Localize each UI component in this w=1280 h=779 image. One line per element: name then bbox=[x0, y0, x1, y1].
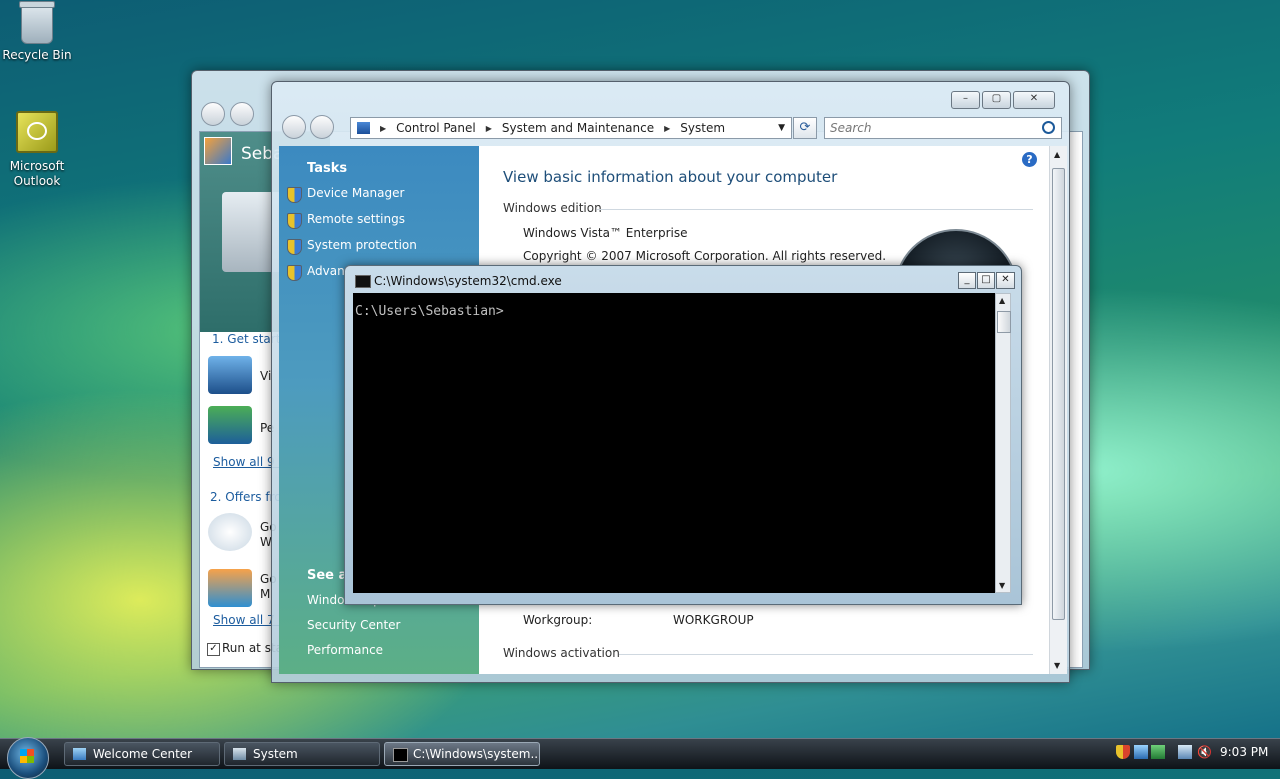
breadcrumb-control-panel[interactable]: Control Panel bbox=[396, 121, 476, 135]
tasks-heading: Tasks bbox=[307, 161, 348, 176]
divider bbox=[619, 654, 1033, 655]
maximize-button[interactable]: □ bbox=[977, 272, 995, 289]
breadcrumb-separator-icon: ▶ bbox=[380, 123, 387, 133]
windows-flag-icon bbox=[20, 749, 34, 763]
breadcrumb-system[interactable]: System bbox=[680, 121, 725, 135]
help-icon[interactable]: ? bbox=[1022, 152, 1037, 167]
close-button[interactable]: ✕ bbox=[996, 272, 1015, 289]
outlook-label-line2: Outlook bbox=[13, 174, 61, 188]
refresh-button[interactable]: ⟳ bbox=[793, 117, 817, 139]
outlook-label-line1: Microsoft bbox=[9, 159, 65, 173]
shield-icon bbox=[287, 187, 302, 203]
system-icon bbox=[233, 748, 246, 760]
minimize-button[interactable]: _ bbox=[958, 272, 976, 289]
taskbar-label: C:\Windows\system... bbox=[413, 747, 540, 761]
view-details-link[interactable]: Vi bbox=[260, 369, 271, 383]
console-prompt: C:\Users\Sebastian> bbox=[355, 304, 504, 319]
scroll-down-icon[interactable]: ▼ bbox=[1054, 661, 1060, 670]
security-shield-icon[interactable] bbox=[1116, 745, 1130, 759]
search-placeholder: Search bbox=[830, 121, 872, 135]
breadcrumb-system-maintenance[interactable]: System and Maintenance bbox=[502, 121, 654, 135]
shopping-basket-icon bbox=[208, 569, 252, 607]
shield-icon bbox=[287, 239, 302, 255]
desktop-icon-recycle-bin[interactable]: Recycle Bin bbox=[0, 1, 74, 63]
console-output[interactable]: C:\Users\Sebastian> bbox=[353, 293, 995, 593]
scroll-up-icon[interactable]: ▲ bbox=[999, 296, 1005, 305]
scroll-thumb[interactable] bbox=[1052, 168, 1065, 620]
control-panel-icon bbox=[357, 122, 370, 134]
maximize-button[interactable]: ▢ bbox=[982, 91, 1011, 109]
network-tray-icon[interactable] bbox=[1134, 745, 1148, 759]
scroll-thumb[interactable] bbox=[997, 311, 1011, 333]
address-bar[interactable]: ▶ Control Panel ▶ System and Maintenance… bbox=[350, 117, 792, 139]
windows-activation-heading: Windows activation bbox=[503, 646, 620, 660]
search-input[interactable]: Search bbox=[824, 117, 1062, 139]
taskbar-system[interactable]: System bbox=[224, 742, 380, 766]
forward-button[interactable] bbox=[230, 102, 254, 126]
page-title: View basic information about your comput… bbox=[503, 168, 838, 186]
cmd-icon bbox=[355, 275, 371, 288]
task-device-manager[interactable]: Device Manager bbox=[307, 186, 404, 200]
cmd-title: C:\Windows\system32\cmd.exe bbox=[374, 274, 562, 288]
cmd-window[interactable]: C:\Windows\system32\cmd.exe _ □ ✕ C:\Use… bbox=[344, 265, 1022, 605]
scroll-down-icon[interactable]: ▼ bbox=[999, 581, 1005, 590]
run-at-startup-checkbox[interactable]: ✓ bbox=[207, 643, 220, 656]
edition-value: Windows Vista™ Enterprise bbox=[523, 226, 688, 240]
task-remote-settings[interactable]: Remote settings bbox=[307, 212, 405, 226]
shield-icon bbox=[287, 265, 302, 281]
see-also-security-center[interactable]: Security Center bbox=[307, 618, 400, 632]
cmd-caption-buttons: _ □ ✕ bbox=[958, 272, 1015, 289]
minimize-button[interactable]: – bbox=[951, 91, 980, 109]
console-scrollbar[interactable]: ▲ ▼ bbox=[995, 293, 1011, 593]
chevron-down-icon[interactable]: ▼ bbox=[778, 123, 785, 133]
workgroup-value: WORKGROUP bbox=[673, 613, 754, 627]
task-system-protection[interactable]: System protection bbox=[307, 238, 417, 252]
network-connection-icon[interactable] bbox=[1178, 745, 1192, 759]
volume-muted-icon[interactable]: 🔇 bbox=[1197, 745, 1212, 759]
personalize-icon bbox=[208, 406, 252, 444]
taskbar-cmd[interactable]: C:\Windows\system... bbox=[384, 742, 540, 766]
search-icon[interactable] bbox=[1042, 121, 1055, 134]
divider bbox=[597, 209, 1033, 210]
forward-button[interactable] bbox=[310, 115, 334, 139]
workgroup-label: Workgroup: bbox=[523, 613, 593, 627]
shield-icon bbox=[287, 213, 302, 229]
windows-update-icon[interactable] bbox=[1151, 745, 1165, 759]
breadcrumb-separator-icon: ▶ bbox=[485, 123, 492, 133]
outlook-icon bbox=[16, 111, 58, 153]
recycle-bin-icon bbox=[19, 1, 55, 44]
back-button[interactable] bbox=[201, 102, 225, 126]
clock[interactable]: 9:03 PM bbox=[1220, 745, 1268, 759]
desktop-icon-outlook[interactable]: Microsoft Outlook bbox=[0, 111, 74, 189]
taskbar-label: Welcome Center bbox=[93, 747, 193, 761]
scroll-up-icon[interactable]: ▲ bbox=[1054, 150, 1060, 159]
content-scrollbar[interactable]: ▲ ▼ bbox=[1049, 146, 1067, 674]
windows-edition-heading: Windows edition bbox=[503, 201, 602, 215]
user-picture-icon bbox=[204, 137, 232, 165]
back-button[interactable] bbox=[282, 115, 306, 139]
see-also-performance[interactable]: Performance bbox=[307, 643, 383, 657]
windows-logo-icon bbox=[208, 513, 252, 551]
taskbar-label: System bbox=[253, 747, 298, 761]
taskbar-welcome-center[interactable]: Welcome Center bbox=[64, 742, 220, 766]
copyright-text: Copyright © 2007 Microsoft Corporation. … bbox=[523, 249, 887, 263]
view-details-icon bbox=[208, 356, 252, 394]
welcome-center-icon bbox=[73, 748, 86, 760]
breadcrumb-separator-icon: ▶ bbox=[664, 123, 671, 133]
close-button[interactable]: ✕ bbox=[1013, 91, 1055, 109]
offer-2-line2: M bbox=[260, 587, 271, 601]
recycle-bin-label: Recycle Bin bbox=[2, 48, 72, 62]
start-button[interactable] bbox=[7, 737, 49, 779]
cmd-icon bbox=[393, 748, 408, 762]
caption-buttons: – ▢ ✕ bbox=[951, 91, 1055, 109]
